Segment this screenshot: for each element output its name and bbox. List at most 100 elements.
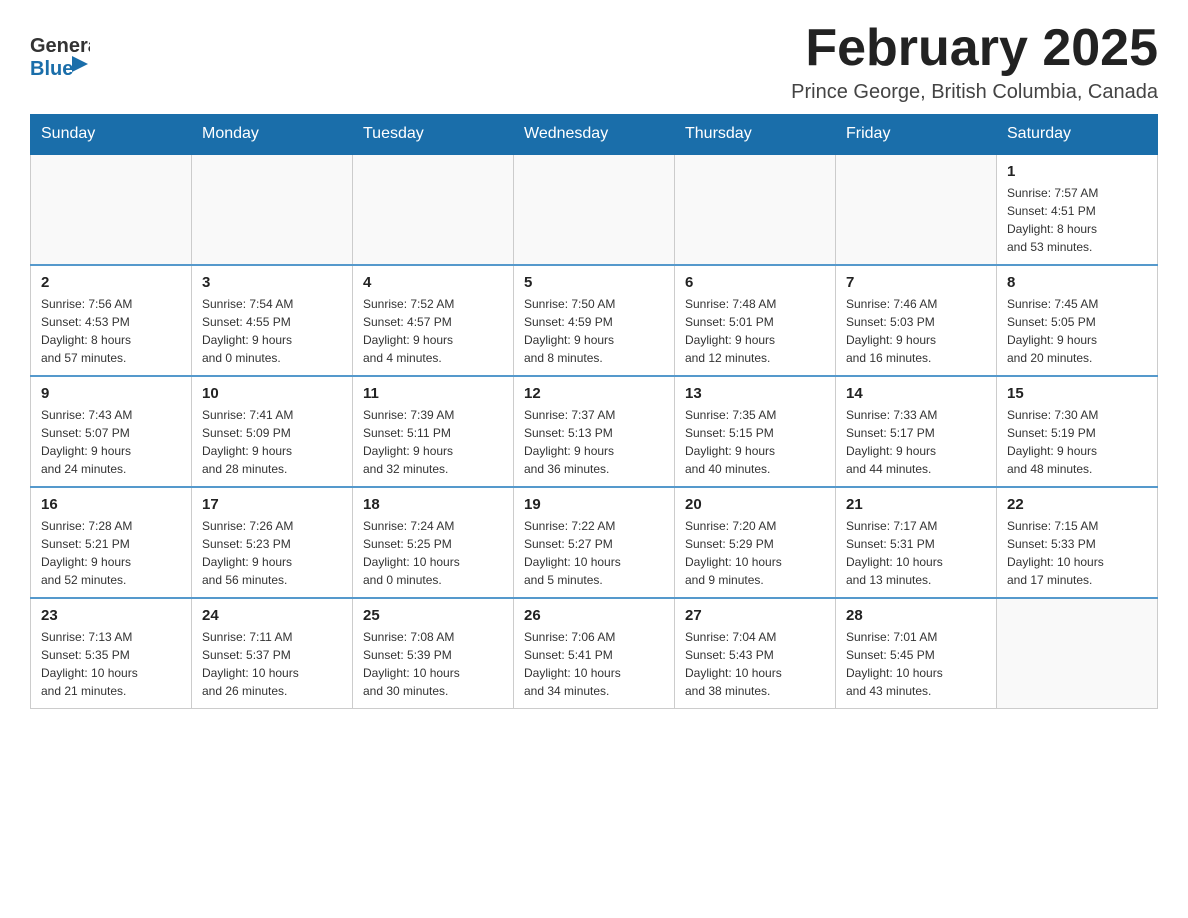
weekday-header-wednesday: Wednesday xyxy=(514,115,675,155)
calendar-cell: 11 Sunrise: 7:39 AMSunset: 5:11 PMDayligh… xyxy=(353,376,514,487)
logo-icon: General Blue xyxy=(30,30,90,90)
day-number: 27 xyxy=(685,607,825,624)
svg-text:General: General xyxy=(30,35,90,57)
day-info: Sunrise: 7:28 AMSunset: 5:21 PMDaylight:… xyxy=(41,517,181,589)
calendar-cell: 16 Sunrise: 7:28 AMSunset: 5:21 PMDayligh… xyxy=(31,487,192,598)
calendar-cell: 1 Sunrise: 7:57 AMSunset: 4:51 PMDaylight… xyxy=(997,154,1158,265)
calendar-week-3: 9Sunrise: 7:43 AMSunset: 5:07 PMDaylight… xyxy=(31,376,1158,487)
day-number: 8 xyxy=(1007,274,1147,291)
calendar-cell: 25 Sunrise: 7:08 AMSunset: 5:39 PMDayligh… xyxy=(353,598,514,709)
calendar-cell xyxy=(353,154,514,265)
weekday-header-tuesday: Tuesday xyxy=(353,115,514,155)
day-info: Sunrise: 7:01 AMSunset: 5:45 PMDaylight:… xyxy=(846,628,986,700)
weekday-header-saturday: Saturday xyxy=(997,115,1158,155)
calendar-cell: 23Sunrise: 7:13 AMSunset: 5:35 PMDayligh… xyxy=(31,598,192,709)
day-info: Sunrise: 7:41 AMSunset: 5:09 PMDaylight:… xyxy=(202,406,342,478)
day-number: 15 xyxy=(1007,385,1147,402)
calendar-cell: 2 Sunrise: 7:56 AMSunset: 4:53 PMDaylight… xyxy=(31,265,192,376)
day-info: Sunrise: 7:06 AMSunset: 5:41 PMDaylight:… xyxy=(524,628,664,700)
calendar-cell xyxy=(514,154,675,265)
weekday-header-thursday: Thursday xyxy=(675,115,836,155)
day-info: Sunrise: 7:04 AMSunset: 5:43 PMDaylight:… xyxy=(685,628,825,700)
day-number: 7 xyxy=(846,274,986,291)
calendar-week-5: 23Sunrise: 7:13 AMSunset: 5:35 PMDayligh… xyxy=(31,598,1158,709)
day-number: 6 xyxy=(685,274,825,291)
day-number: 14 xyxy=(846,385,986,402)
day-info: Sunrise: 7:13 AMSunset: 5:35 PMDaylight:… xyxy=(41,628,181,700)
day-info: Sunrise: 7:57 AMSunset: 4:51 PMDaylight:… xyxy=(1007,184,1147,256)
calendar-cell: 3 Sunrise: 7:54 AMSunset: 4:55 PMDaylight… xyxy=(192,265,353,376)
day-info: Sunrise: 7:48 AMSunset: 5:01 PMDaylight:… xyxy=(685,295,825,367)
calendar-cell: 7Sunrise: 7:46 AMSunset: 5:03 PMDaylight… xyxy=(836,265,997,376)
day-number: 24 xyxy=(202,607,342,624)
calendar-week-2: 2 Sunrise: 7:56 AMSunset: 4:53 PMDaylight… xyxy=(31,265,1158,376)
calendar-cell: 9Sunrise: 7:43 AMSunset: 5:07 PMDaylight… xyxy=(31,376,192,487)
calendar-cell: 5 Sunrise: 7:50 AMSunset: 4:59 PMDaylight… xyxy=(514,265,675,376)
day-info: Sunrise: 7:39 AMSunset: 5:11 PMDaylight:… xyxy=(363,406,503,478)
calendar-cell xyxy=(997,598,1158,709)
calendar-cell xyxy=(836,154,997,265)
day-number: 28 xyxy=(846,607,986,624)
calendar-table: SundayMondayTuesdayWednesdayThursdayFrid… xyxy=(30,114,1158,709)
calendar-week-4: 16 Sunrise: 7:28 AMSunset: 5:21 PMDayligh… xyxy=(31,487,1158,598)
calendar-cell: 8 Sunrise: 7:45 AMSunset: 5:05 PMDaylight… xyxy=(997,265,1158,376)
calendar-cell: 12Sunrise: 7:37 AMSunset: 5:13 PMDayligh… xyxy=(514,376,675,487)
day-number: 26 xyxy=(524,607,664,624)
day-info: Sunrise: 7:30 AMSunset: 5:19 PMDaylight:… xyxy=(1007,406,1147,478)
calendar-cell: 10 Sunrise: 7:41 AMSunset: 5:09 PMDayligh… xyxy=(192,376,353,487)
day-number: 5 xyxy=(524,274,664,291)
day-number: 16 xyxy=(41,496,181,513)
calendar-week-1: 1 Sunrise: 7:57 AMSunset: 4:51 PMDaylight… xyxy=(31,154,1158,265)
calendar-cell xyxy=(675,154,836,265)
calendar-cell: 24 Sunrise: 7:11 AMSunset: 5:37 PMDayligh… xyxy=(192,598,353,709)
day-info: Sunrise: 7:43 AMSunset: 5:07 PMDaylight:… xyxy=(41,406,181,478)
calendar-cell: 21Sunrise: 7:17 AMSunset: 5:31 PMDayligh… xyxy=(836,487,997,598)
day-info: Sunrise: 7:50 AMSunset: 4:59 PMDaylight:… xyxy=(524,295,664,367)
day-info: Sunrise: 7:11 AMSunset: 5:37 PMDaylight:… xyxy=(202,628,342,700)
calendar-cell: 20Sunrise: 7:20 AMSunset: 5:29 PMDayligh… xyxy=(675,487,836,598)
day-info: Sunrise: 7:37 AMSunset: 5:13 PMDaylight:… xyxy=(524,406,664,478)
title-section: February 2025 Prince George, British Col… xyxy=(791,20,1158,104)
day-number: 22 xyxy=(1007,496,1147,513)
page-header: General Blue February 2025 Prince George… xyxy=(30,20,1158,104)
day-number: 13 xyxy=(685,385,825,402)
day-number: 2 xyxy=(41,274,181,291)
month-title: February 2025 xyxy=(791,20,1158,77)
calendar-cell: 18 Sunrise: 7:24 AMSunset: 5:25 PMDayligh… xyxy=(353,487,514,598)
calendar-cell xyxy=(31,154,192,265)
day-info: Sunrise: 7:20 AMSunset: 5:29 PMDaylight:… xyxy=(685,517,825,589)
day-info: Sunrise: 7:45 AMSunset: 5:05 PMDaylight:… xyxy=(1007,295,1147,367)
day-info: Sunrise: 7:35 AMSunset: 5:15 PMDaylight:… xyxy=(685,406,825,478)
day-info: Sunrise: 7:56 AMSunset: 4:53 PMDaylight:… xyxy=(41,295,181,367)
calendar-cell: 6 Sunrise: 7:48 AMSunset: 5:01 PMDaylight… xyxy=(675,265,836,376)
svg-text:Blue: Blue xyxy=(30,58,73,80)
day-number: 18 xyxy=(363,496,503,513)
calendar-cell: 15 Sunrise: 7:30 AMSunset: 5:19 PMDayligh… xyxy=(997,376,1158,487)
calendar-cell: 22 Sunrise: 7:15 AMSunset: 5:33 PMDayligh… xyxy=(997,487,1158,598)
day-info: Sunrise: 7:26 AMSunset: 5:23 PMDaylight:… xyxy=(202,517,342,589)
calendar-cell: 27 Sunrise: 7:04 AMSunset: 5:43 PMDayligh… xyxy=(675,598,836,709)
day-number: 3 xyxy=(202,274,342,291)
calendar-cell: 26 Sunrise: 7:06 AMSunset: 5:41 PMDayligh… xyxy=(514,598,675,709)
day-info: Sunrise: 7:54 AMSunset: 4:55 PMDaylight:… xyxy=(202,295,342,367)
calendar-cell: 4 Sunrise: 7:52 AMSunset: 4:57 PMDaylight… xyxy=(353,265,514,376)
day-number: 11 xyxy=(363,385,503,402)
weekday-header-monday: Monday xyxy=(192,115,353,155)
day-number: 17 xyxy=(202,496,342,513)
day-number: 10 xyxy=(202,385,342,402)
calendar-cell: 28 Sunrise: 7:01 AMSunset: 5:45 PMDayligh… xyxy=(836,598,997,709)
calendar-cell: 17 Sunrise: 7:26 AMSunset: 5:23 PMDayligh… xyxy=(192,487,353,598)
day-number: 1 xyxy=(1007,163,1147,180)
day-info: Sunrise: 7:33 AMSunset: 5:17 PMDaylight:… xyxy=(846,406,986,478)
day-number: 25 xyxy=(363,607,503,624)
location-title: Prince George, British Columbia, Canada xyxy=(791,81,1158,104)
day-info: Sunrise: 7:15 AMSunset: 5:33 PMDaylight:… xyxy=(1007,517,1147,589)
weekday-header-friday: Friday xyxy=(836,115,997,155)
day-info: Sunrise: 7:22 AMSunset: 5:27 PMDaylight:… xyxy=(524,517,664,589)
day-info: Sunrise: 7:24 AMSunset: 5:25 PMDaylight:… xyxy=(363,517,503,589)
day-number: 4 xyxy=(363,274,503,291)
day-info: Sunrise: 7:08 AMSunset: 5:39 PMDaylight:… xyxy=(363,628,503,700)
weekday-header-sunday: Sunday xyxy=(31,115,192,155)
day-number: 19 xyxy=(524,496,664,513)
day-info: Sunrise: 7:52 AMSunset: 4:57 PMDaylight:… xyxy=(363,295,503,367)
